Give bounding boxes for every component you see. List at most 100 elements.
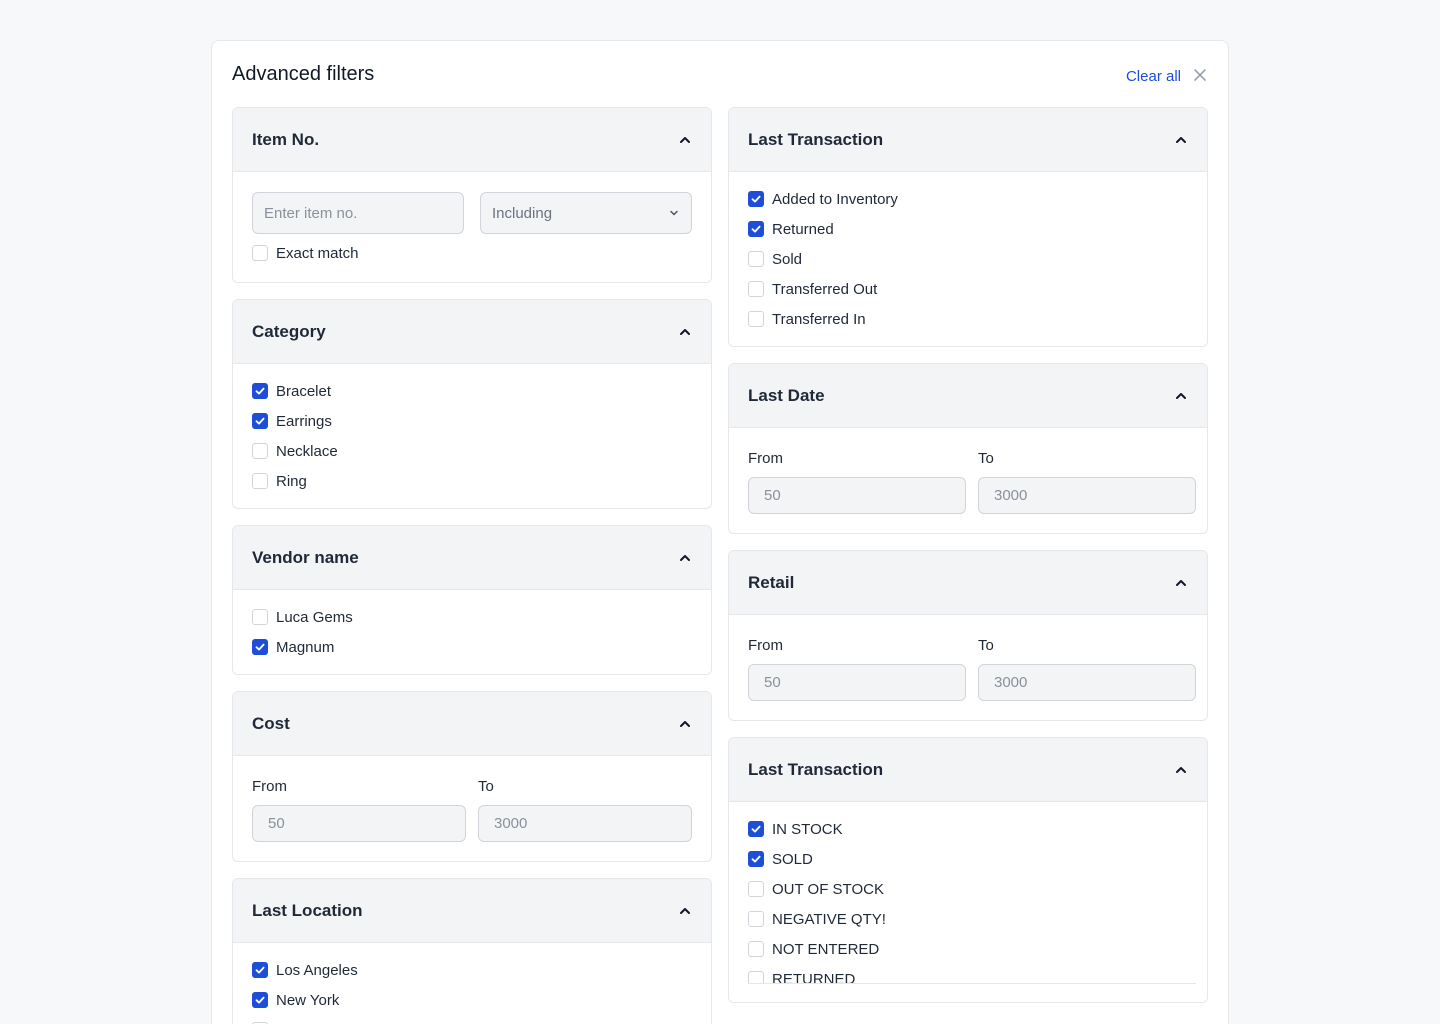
checkbox[interactable] [252,962,268,978]
checkbox[interactable] [748,851,764,867]
retail-header[interactable]: Retail [729,551,1207,615]
vendor-header[interactable]: Vendor name [233,526,711,590]
checkbox-option[interactable]: Sold [748,244,1188,274]
checkbox[interactable] [748,191,764,207]
category-options: Bracelet Earrings Necklace Ring [233,364,711,508]
checkbox-option[interactable]: NEGATIVE QTY! [748,904,1196,934]
panel-title: Last Transaction [748,129,884,149]
checkbox-option[interactable]: Ring [252,466,692,496]
checkbox-option[interactable]: Necklace [252,436,692,466]
last-location-panel: Last Location Los Angeles New York Paris [232,878,712,1024]
check-icon [751,195,761,203]
chevron-up-icon[interactable] [1174,763,1188,777]
chevron-up-icon[interactable] [1174,133,1188,147]
status-options[interactable]: IN STOCK SOLD OUT OF STOCK NEGATIVE QTY! NOT… [748,814,1196,984]
checkbox[interactable] [252,413,268,429]
last-transaction-header[interactable]: Last Transaction [729,108,1207,172]
checkbox-option[interactable]: New York [252,985,692,1015]
checkbox[interactable] [748,221,764,237]
checkbox-label: Los Angeles [276,961,358,979]
checkbox[interactable] [252,383,268,399]
chevron-up-icon[interactable] [678,325,692,339]
checkbox-label: Earrings [276,412,332,430]
retail-to-input[interactable] [978,664,1196,701]
to-label: To [478,778,494,795]
checkbox-option[interactable]: SOLD [748,844,1196,874]
status-panel: Last Transaction IN STOCK SOLD OUT OF STOC… [728,737,1208,1003]
chevron-up-icon[interactable] [678,717,692,731]
last-date-to-input[interactable] [978,477,1196,514]
check-icon [255,643,265,651]
panel-title: Cost [252,713,290,733]
last-date-from-input[interactable] [748,477,966,514]
chevron-up-icon[interactable] [678,133,692,147]
checkbox-option[interactable]: Transferred In [748,304,1188,334]
panel-title: Last Location [252,900,363,920]
modal-title: Advanced filters [232,63,375,85]
retail-from-input[interactable] [748,664,966,701]
checkbox[interactable] [748,971,764,983]
check-icon [255,417,265,425]
checkbox-option[interactable]: RETURNED [748,964,1196,983]
checkbox[interactable] [748,281,764,297]
checkbox-label: New York [276,991,340,1009]
cost-to-input[interactable] [478,805,692,842]
close-icon[interactable] [1192,67,1208,83]
to-label: To [978,450,994,467]
chevron-up-icon[interactable] [1174,576,1188,590]
from-label: From [748,450,783,467]
checkbox-label: OUT OF STOCK [772,880,884,898]
item-no-input[interactable] [252,192,464,234]
last-date-header[interactable]: Last Date [729,364,1207,428]
advanced-filters-modal: Advanced filters Clear all Item No. Incl… [211,40,1229,1024]
checkbox-option[interactable]: Transferred Out [748,274,1188,304]
checkbox[interactable] [748,941,764,957]
from-label: From [252,778,287,795]
checkbox-label: Ring [276,472,307,490]
checkbox-option[interactable]: Bracelet [252,376,692,406]
cost-from-input[interactable] [252,805,466,842]
chevron-up-icon[interactable] [678,904,692,918]
checkbox[interactable] [748,311,764,327]
chevron-up-icon[interactable] [1174,389,1188,403]
checkbox-option[interactable]: NOT ENTERED [748,934,1196,964]
checkbox-option[interactable]: IN STOCK [748,814,1196,844]
panel-title: Retail [748,572,795,592]
panel-title: Last Date [748,385,825,405]
checkbox-option[interactable]: Paris [252,1015,692,1024]
checkbox-label: Necklace [276,442,338,460]
checkbox-label: Returned [772,220,834,238]
checkbox-option[interactable]: Earrings [252,406,692,436]
cost-header[interactable]: Cost [233,692,711,756]
checkbox[interactable] [252,443,268,459]
category-header[interactable]: Category [233,300,711,364]
checkbox[interactable] [252,639,268,655]
status-header[interactable]: Last Transaction [729,738,1207,802]
last-location-header[interactable]: Last Location [233,879,711,943]
checkbox[interactable] [252,992,268,1008]
checkbox[interactable] [252,245,268,261]
checkbox[interactable] [748,911,764,927]
checkbox[interactable] [748,251,764,267]
clear-all-link[interactable]: Clear all [1126,68,1181,85]
checkbox-option[interactable]: Luca Gems [252,602,692,632]
checkbox-option[interactable]: OUT OF STOCK [748,874,1196,904]
left-column: Item No. Including Exact match [232,107,712,1024]
exact-match-checkbox[interactable]: Exact match [252,238,692,268]
checkbox-option[interactable]: Magnum [252,632,692,662]
check-icon [255,387,265,395]
checkbox-option[interactable]: Los Angeles [252,955,692,985]
checkbox[interactable] [252,473,268,489]
chevron-down-icon [670,210,678,216]
checkbox[interactable] [748,821,764,837]
category-panel: Category Bracelet Earrings Necklace Ring [232,299,712,509]
checkbox-option[interactable]: Added to Inventory [748,184,1188,214]
chevron-up-icon[interactable] [678,551,692,565]
match-type-select[interactable]: Including [480,192,692,234]
checkbox[interactable] [252,609,268,625]
checkbox[interactable] [748,881,764,897]
checkbox-label: Magnum [276,638,335,656]
panel-title: Category [252,321,326,341]
checkbox-option[interactable]: Returned [748,214,1188,244]
item-no-header[interactable]: Item No. [233,108,711,172]
